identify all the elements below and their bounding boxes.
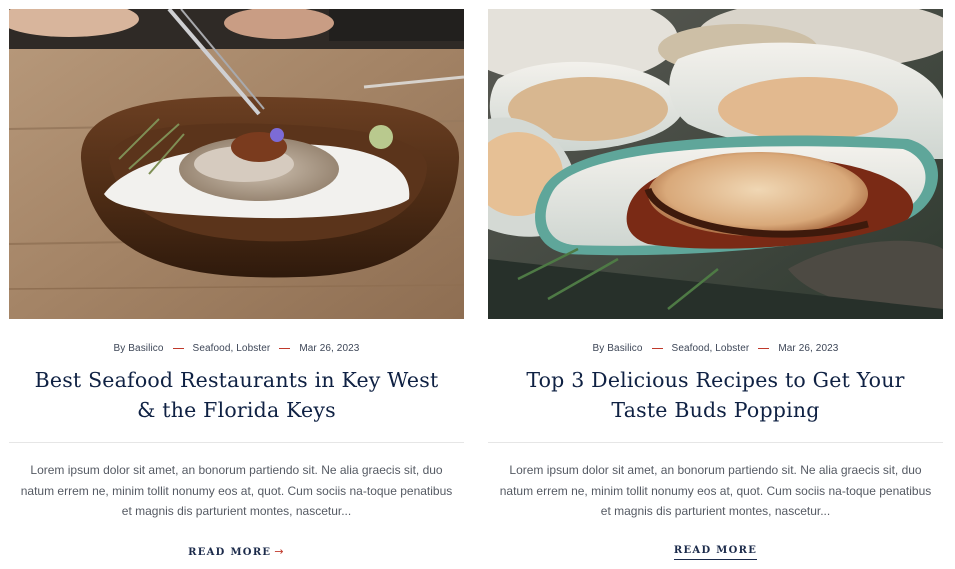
blog-card: By Basilico Seafood, Lobster Mar 26, 2023 … bbox=[488, 9, 943, 560]
arrow-right-icon: → bbox=[274, 545, 285, 558]
post-categories[interactable]: Seafood, Lobster bbox=[193, 343, 271, 354]
post-meta: By Basilico Seafood, Lobster Mar 26, 2023 bbox=[9, 342, 464, 356]
blog-grid: By Basilico Seafood, Lobster Mar 26, 2023 … bbox=[0, 0, 955, 569]
post-excerpt: Lorem ipsum dolor sit amet, an bonorum p… bbox=[499, 463, 932, 518]
post-categories[interactable]: Seafood, Lobster bbox=[672, 343, 750, 354]
post-title[interactable]: Top 3 Delicious Recipes to Get Your Tast… bbox=[512, 365, 919, 425]
read-more-link[interactable]: READ MORE bbox=[673, 545, 758, 560]
post-thumbnail-link[interactable] bbox=[9, 9, 464, 319]
post-excerpt: Lorem ipsum dolor sit amet, an bonorum p… bbox=[20, 463, 453, 518]
post-date[interactable]: Mar 26, 2023 bbox=[778, 343, 838, 354]
read-more-link[interactable]: READ MORE → bbox=[188, 545, 285, 562]
mussels-image bbox=[488, 9, 943, 319]
post-meta: By Basilico Seafood, Lobster Mar 26, 2023 bbox=[488, 342, 943, 356]
oyster-image bbox=[9, 9, 464, 319]
post-author[interactable]: By Basilico bbox=[114, 343, 164, 354]
read-more-label: READ MORE bbox=[673, 545, 758, 556]
meta-separator bbox=[758, 347, 770, 349]
meta-separator bbox=[172, 347, 184, 349]
read-more-underline bbox=[673, 559, 758, 560]
post-title[interactable]: Best Seafood Restaurants in Key West & t… bbox=[33, 365, 440, 425]
post-author[interactable]: By Basilico bbox=[593, 343, 643, 354]
meta-separator bbox=[651, 347, 663, 349]
card-divider bbox=[488, 442, 943, 443]
meta-separator bbox=[279, 347, 291, 349]
post-thumbnail-link[interactable] bbox=[488, 9, 943, 319]
card-divider bbox=[9, 442, 464, 443]
post-date[interactable]: Mar 26, 2023 bbox=[299, 343, 359, 354]
blog-card: By Basilico Seafood, Lobster Mar 26, 2023 … bbox=[9, 9, 464, 562]
read-more-label: READ MORE bbox=[188, 547, 272, 558]
